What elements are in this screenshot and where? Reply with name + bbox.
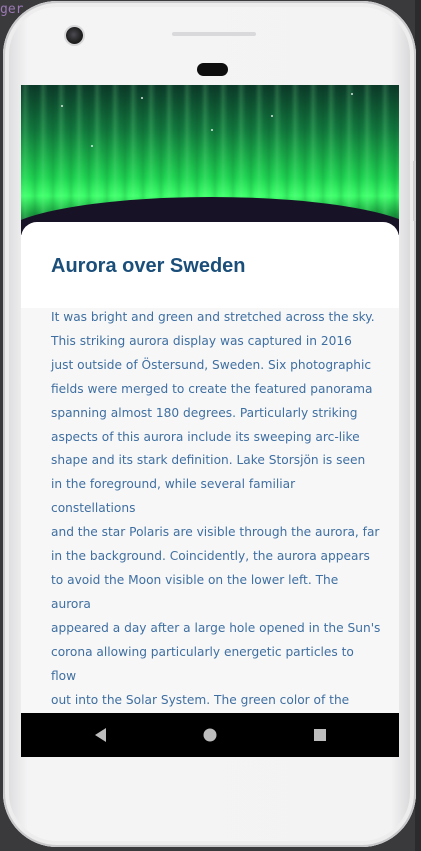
recents-square-icon[interactable] [310, 725, 330, 745]
volume-button [413, 161, 416, 221]
android-navigation-bar [21, 713, 399, 757]
article-body: It was bright and green and stretched ac… [51, 310, 381, 754]
app-screen: Aurora over Sweden It was bright and gre… [21, 85, 399, 757]
back-triangle-icon[interactable] [91, 725, 111, 745]
front-camera-icon [66, 27, 83, 44]
home-circle-icon[interactable] [200, 725, 220, 745]
earpiece-speaker [172, 32, 256, 36]
phone-frame: Aurora over Sweden It was bright and gre… [3, 1, 416, 847]
article-title: Aurora over Sweden [51, 255, 246, 277]
aurora-hero-image [21, 85, 399, 235]
proximity-sensor [197, 63, 228, 76]
